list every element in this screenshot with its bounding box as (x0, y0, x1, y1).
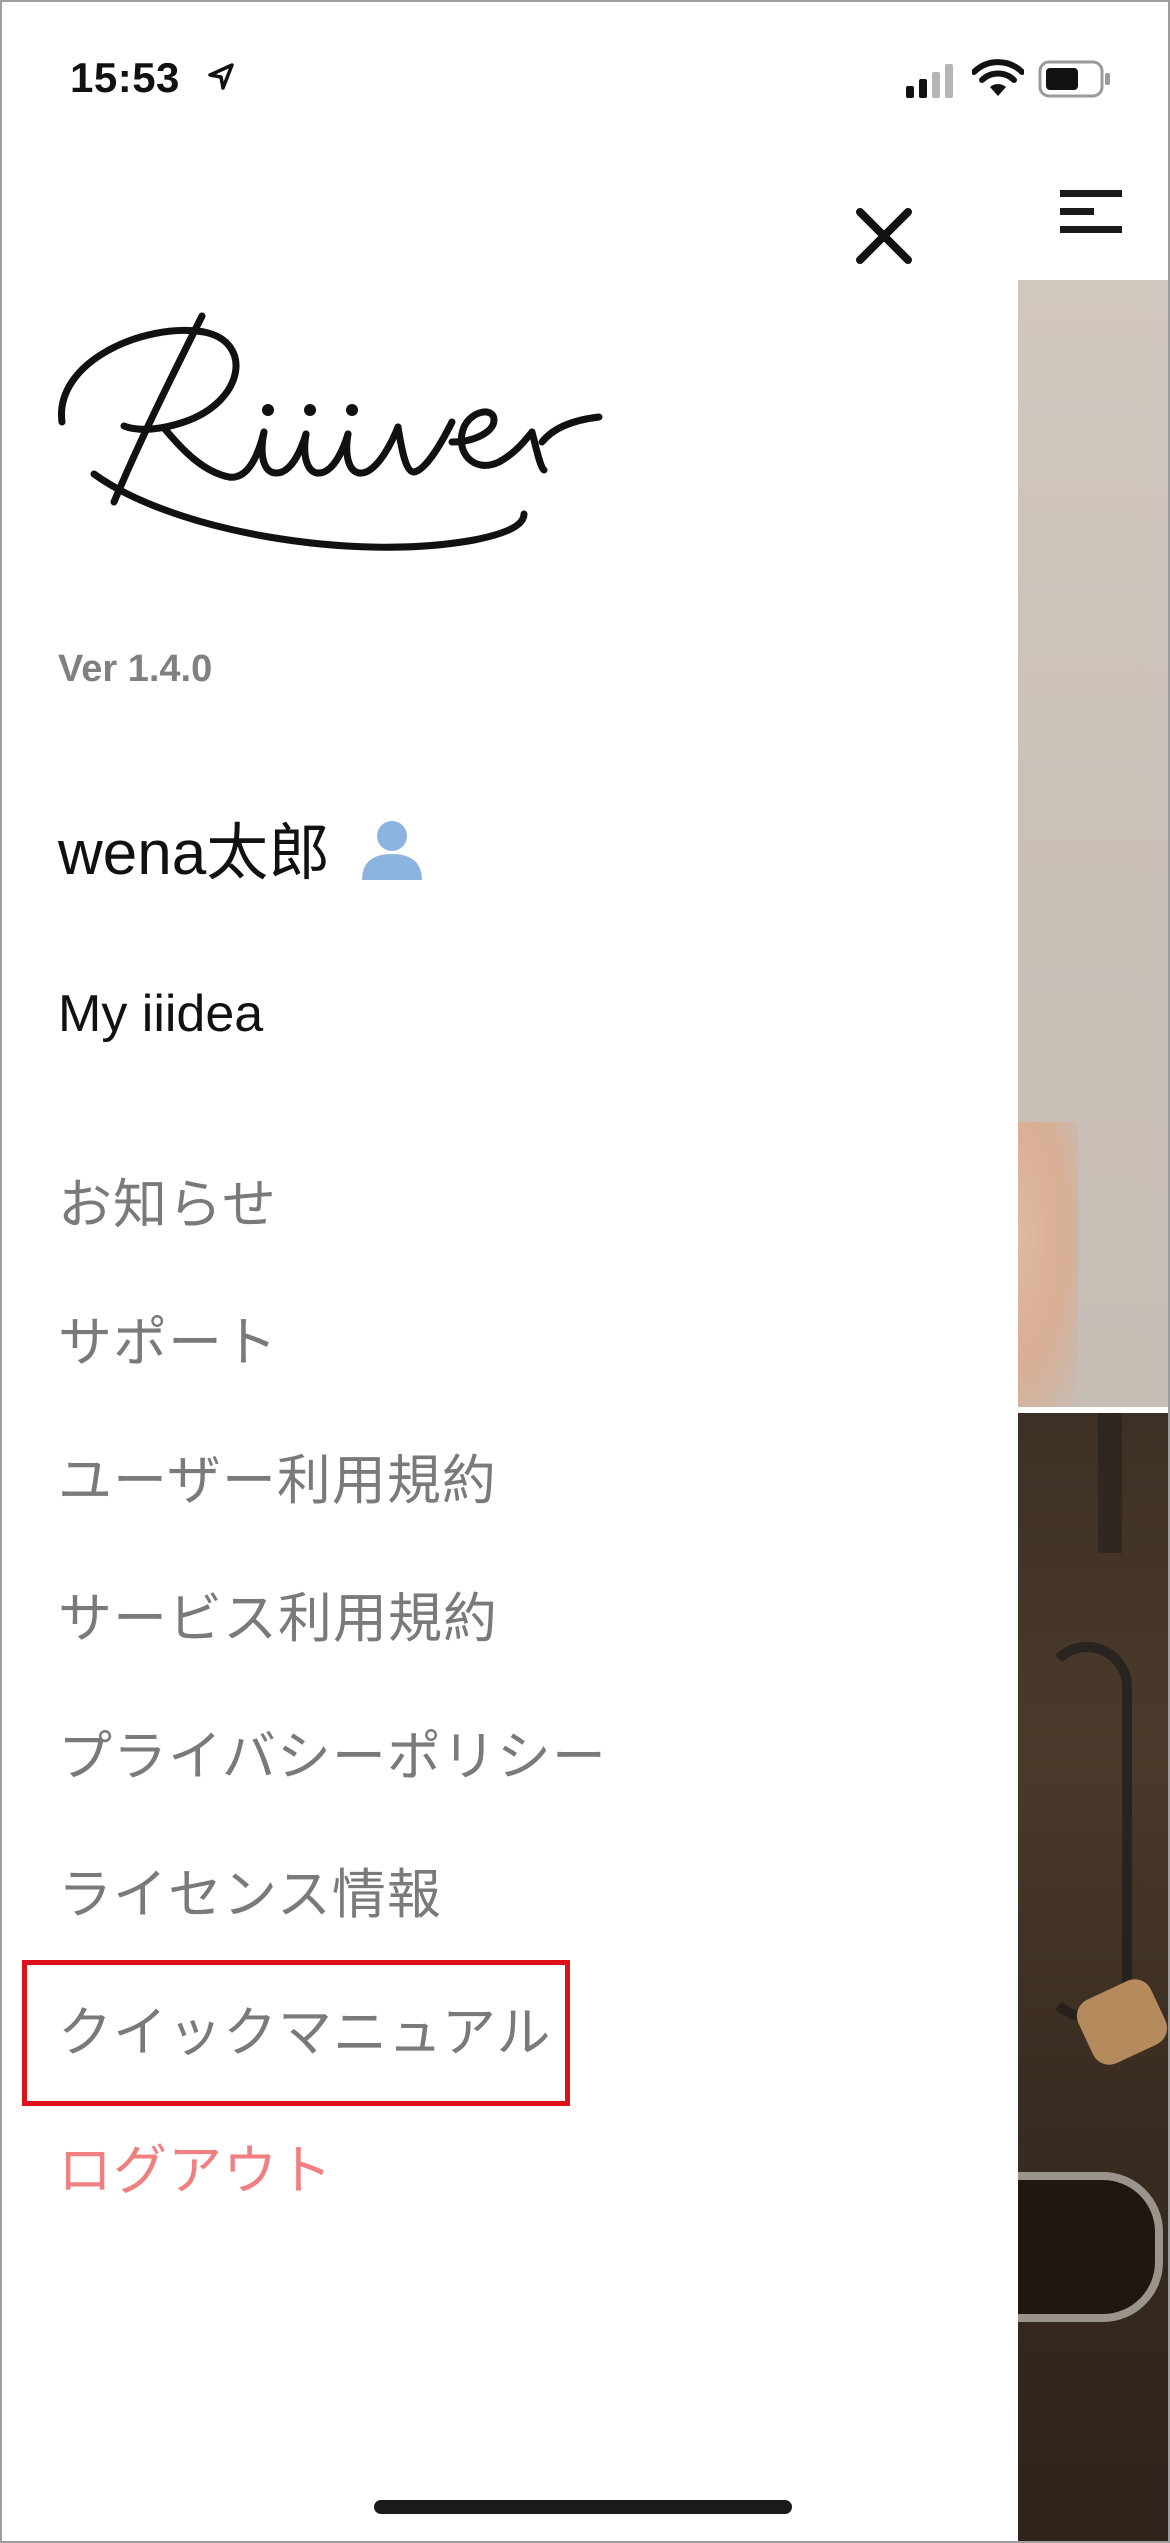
menu-item-privacy-policy[interactable]: プライバシーポリシー (58, 1722, 607, 1860)
menu-item-notifications[interactable]: お知らせ (58, 1170, 607, 1308)
drawer-menu: お知らせ サポート ユーザー利用規約 サービス利用規約 プライバシーポリシー ラ… (58, 1170, 607, 2274)
app-version: Ver 1.4.0 (58, 648, 213, 690)
close-icon[interactable] (854, 206, 914, 266)
app-screen: 15:53 Ver 1.4.0 wena太郎 My iiidea お知らせ サポ… (0, 0, 1170, 2543)
status-time: 15:53 (70, 54, 180, 101)
cellular-signal-icon (906, 64, 953, 98)
menu-item-license-info[interactable]: ライセンス情報 (58, 1860, 607, 1998)
background-photo-strap (1042, 1642, 1132, 2022)
my-iiidea-link[interactable]: My iiidea (58, 984, 263, 1044)
background-photo-detail (1098, 1413, 1122, 1553)
user-name: wena太郎 (58, 819, 331, 888)
background-photo-cup (1018, 2172, 1163, 2322)
background-page-header (1018, 2, 1168, 280)
user-icon (362, 821, 423, 880)
riiiver-logo (58, 312, 603, 551)
background-photo-shoulder (1018, 1122, 1078, 1407)
location-arrow-icon (208, 63, 234, 90)
user-profile-link[interactable]: wena太郎 (58, 802, 424, 892)
menu-item-logout[interactable]: ログアウト (58, 2136, 607, 2274)
menu-item-quick-manual[interactable]: クイックマニュアル (58, 1998, 607, 2136)
menu-item-service-terms[interactable]: サービス利用規約 (58, 1584, 607, 1722)
battery-icon (1038, 60, 1110, 98)
menu-item-support[interactable]: サポート (58, 1308, 607, 1446)
wifi-icon (972, 59, 1024, 96)
home-indicator (374, 2500, 792, 2514)
menu-item-user-terms[interactable]: ユーザー利用規約 (58, 1446, 607, 1584)
hamburger-menu-icon[interactable] (1060, 188, 1124, 236)
